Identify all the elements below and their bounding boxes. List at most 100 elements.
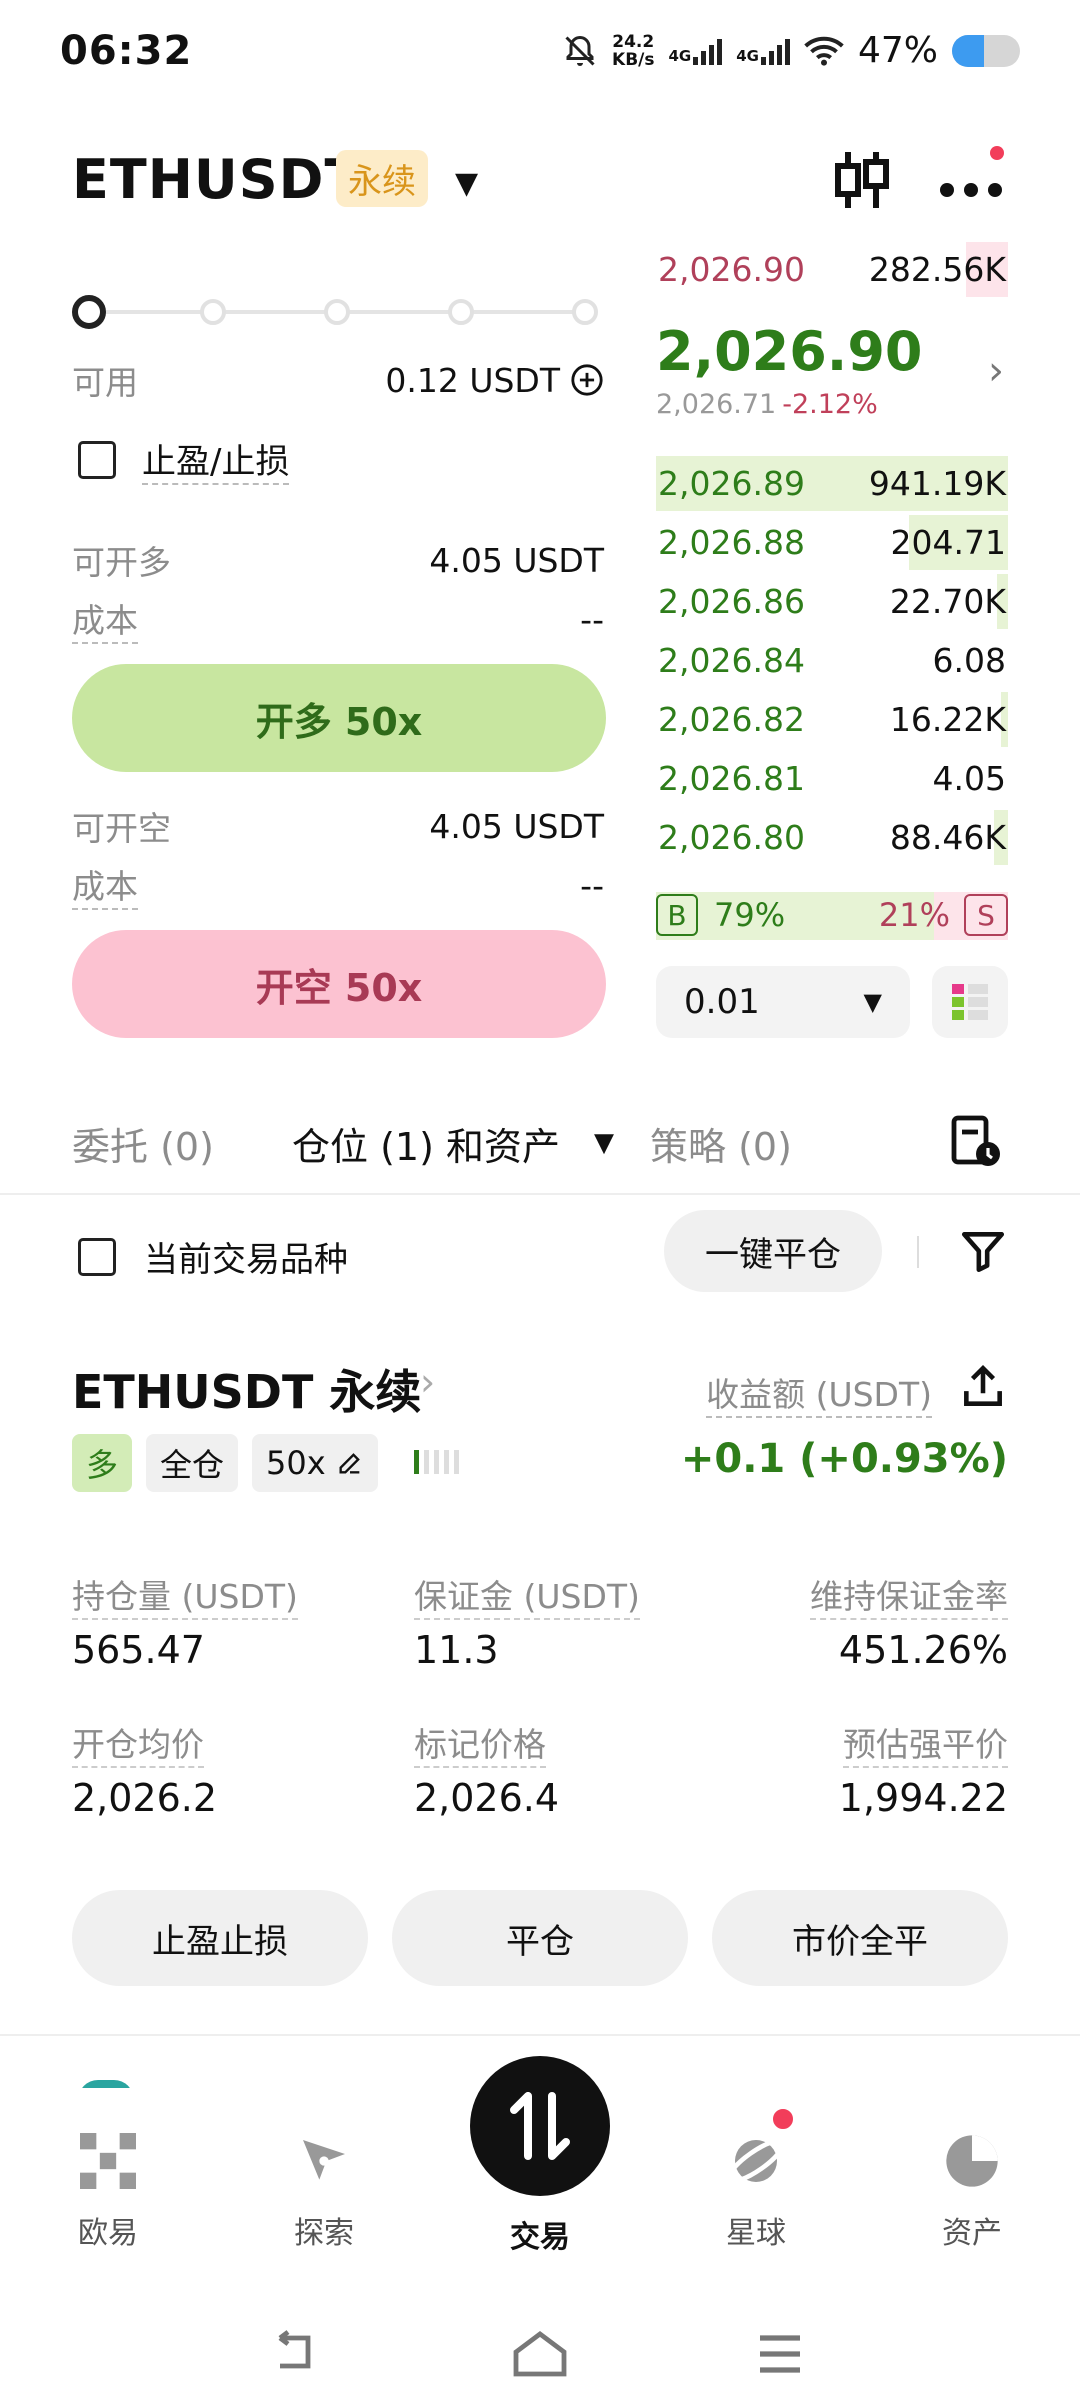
bid-row[interactable]: 2,026.88 204.71 — [656, 513, 1008, 572]
bid-row[interactable]: 2,026.89 941.19K — [656, 454, 1008, 513]
slider-node-25[interactable] — [200, 299, 226, 325]
mmr-label[interactable]: 维持保证金率 — [810, 1570, 1008, 1620]
edit-icon[interactable] — [336, 1449, 364, 1477]
pnl-label[interactable]: 收益额 (USDT) — [706, 1368, 932, 1418]
chevron-down-icon[interactable]: ▼ — [455, 166, 478, 201]
max-short-row: 可开空 4.05 USDT — [72, 802, 604, 850]
slider-node-0[interactable] — [72, 295, 106, 329]
bid-price: 2,026.80 — [658, 818, 805, 857]
bid-size: 941.19K — [868, 464, 1006, 503]
open-short-button[interactable]: 开空 50x — [72, 930, 606, 1038]
pie-chart-icon — [946, 2135, 998, 2187]
tpsl-checkbox[interactable] — [78, 440, 116, 479]
cost-short-row: 成本 -- — [72, 860, 604, 910]
nav-home-label: 欧易 — [78, 2216, 138, 2251]
margin-stat: 保证金 (USDT) 11.3 — [414, 1570, 640, 1672]
sell-badge: S — [964, 894, 1008, 936]
nav-explore[interactable]: 探索 — [244, 2088, 404, 2252]
slider-node-100[interactable] — [572, 299, 598, 325]
bottom-tabs: 委托 (0) 仓位 (1) 和资产 ▼ 策略 (0) — [0, 1100, 1080, 1195]
current-symbol-checkbox[interactable] — [78, 1237, 116, 1276]
nav-home[interactable]: 欧易 — [28, 2088, 188, 2252]
nav-trade-label[interactable]: 交易 — [460, 2212, 620, 2256]
cost-short-value: -- — [580, 865, 604, 905]
buy-sell-ratio: B 79% 21% S — [656, 892, 1008, 940]
slider-node-50[interactable] — [324, 299, 350, 325]
more-options-icon[interactable] — [935, 154, 1007, 210]
nav-planet[interactable]: 星球 — [676, 2088, 836, 2252]
back-icon[interactable] — [268, 2330, 324, 2378]
bid-price: 2,026.89 — [658, 464, 805, 503]
bid-price: 2,026.81 — [658, 759, 805, 798]
last-price: 2,026.90 — [656, 320, 923, 383]
leverage-slider[interactable] — [72, 292, 602, 332]
mark-price-label[interactable]: 标记价格 — [414, 1718, 546, 1768]
nav-assets-label: 资产 — [942, 2216, 1002, 2251]
market-close-all-button[interactable]: 市价全平 — [712, 1890, 1008, 1986]
caret-down-icon: ▼ — [863, 988, 882, 1016]
liq-price-value: 1,994.22 — [838, 1776, 1008, 1820]
bid-row[interactable]: 2,026.84 6.08 — [656, 631, 1008, 690]
current-symbol-label: 当前交易品种 — [144, 1240, 348, 1280]
recents-icon[interactable] — [756, 2332, 804, 2376]
liq-price-label[interactable]: 预估强平价 — [843, 1718, 1008, 1768]
close-all-button[interactable]: 一键平仓 — [664, 1210, 882, 1292]
position-size-label[interactable]: 持仓量 (USDT) — [72, 1570, 298, 1620]
bid-price: 2,026.82 — [658, 700, 805, 739]
tab-orders[interactable]: 委托 (0) — [72, 1116, 214, 1171]
chevron-right-icon[interactable]: › — [420, 1360, 435, 1404]
open-long-button[interactable]: 开多 50x — [72, 664, 606, 772]
bid-size: 22.70K — [889, 582, 1006, 621]
bid-price: 2,026.84 — [658, 641, 805, 680]
position-title[interactable]: ETHUSDT 永续 — [72, 1356, 421, 1422]
close-position-button[interactable]: 平仓 — [392, 1890, 688, 1986]
planet-icon — [726, 2138, 786, 2184]
notification-dot — [990, 146, 1004, 160]
bid-row[interactable]: 2,026.81 4.05 — [656, 749, 1008, 808]
last-price-block[interactable]: 2,026.90 2,026.71 -2.12% › — [656, 320, 1008, 430]
wifi-icon — [804, 36, 844, 66]
current-symbol-filter[interactable]: 当前交易品种 — [78, 1232, 348, 1281]
nav-assets[interactable]: 资产 — [892, 2088, 1052, 2252]
candlestick-chart-icon[interactable] — [832, 148, 892, 212]
pair-selector[interactable]: ETHUSDT — [72, 148, 362, 211]
buy-ratio: 79% — [714, 896, 786, 934]
home-icon[interactable] — [510, 2328, 570, 2380]
bid-row[interactable]: 2,026.80 88.46K — [656, 808, 1008, 867]
leverage-tag[interactable]: 50x — [252, 1434, 378, 1492]
order-book-bids: 2,026.89 941.19K 2,026.88 204.71 2,026.86 22.… — [656, 454, 1008, 867]
margin-value: 11.3 — [414, 1628, 499, 1672]
margin-label[interactable]: 保证金 (USDT) — [414, 1570, 640, 1620]
okx-logo-icon — [80, 2133, 136, 2189]
precision-select[interactable]: 0.01 ▼ — [656, 966, 910, 1038]
share-icon[interactable] — [958, 1362, 1008, 1412]
order-book-asks: 2,026.90 282.56K — [656, 240, 1008, 299]
cost-short-label: 成本 — [72, 860, 138, 910]
bid-size: 6.08 — [932, 641, 1006, 680]
entry-price-label[interactable]: 开仓均价 — [72, 1718, 204, 1768]
margin-mode-tag[interactable]: 全仓 — [146, 1434, 239, 1492]
cost-long-value: -- — [580, 599, 604, 639]
tpsl-toggle[interactable]: 止盈/止损 — [78, 434, 290, 485]
slider-node-75[interactable] — [448, 299, 474, 325]
entry-price-stat: 开仓均价 2,026.2 — [72, 1718, 217, 1820]
compass-icon — [303, 2140, 345, 2180]
transfer-add-icon[interactable] — [570, 363, 604, 397]
order-history-icon[interactable] — [948, 1114, 1004, 1170]
tab-strategies[interactable]: 策略 (0) — [650, 1116, 792, 1171]
contract-type-badge[interactable]: 永续 — [336, 150, 428, 207]
leverage-value: 50x — [266, 1444, 326, 1482]
bid-row[interactable]: 2,026.86 22.70K — [656, 572, 1008, 631]
max-short-value: 4.05 USDT — [429, 806, 604, 846]
orderbook-layout-icon[interactable] — [932, 966, 1008, 1038]
max-long-label: 可开多 — [72, 543, 171, 582]
tab-positions-caret-icon[interactable]: ▼ — [594, 1128, 614, 1158]
signal-1-icon: 4G — [668, 37, 723, 65]
tab-positions[interactable]: 仓位 (1) 和资产 — [292, 1116, 560, 1171]
cost-long-row: 成本 -- — [72, 594, 604, 644]
filter-icon[interactable] — [958, 1226, 1008, 1276]
bid-row[interactable]: 2,026.82 16.22K — [656, 690, 1008, 749]
ask-row[interactable]: 2,026.90 282.56K — [656, 240, 1008, 299]
nav-trade-button[interactable] — [470, 2056, 610, 2196]
tpsl-button[interactable]: 止盈止损 — [72, 1890, 368, 1986]
